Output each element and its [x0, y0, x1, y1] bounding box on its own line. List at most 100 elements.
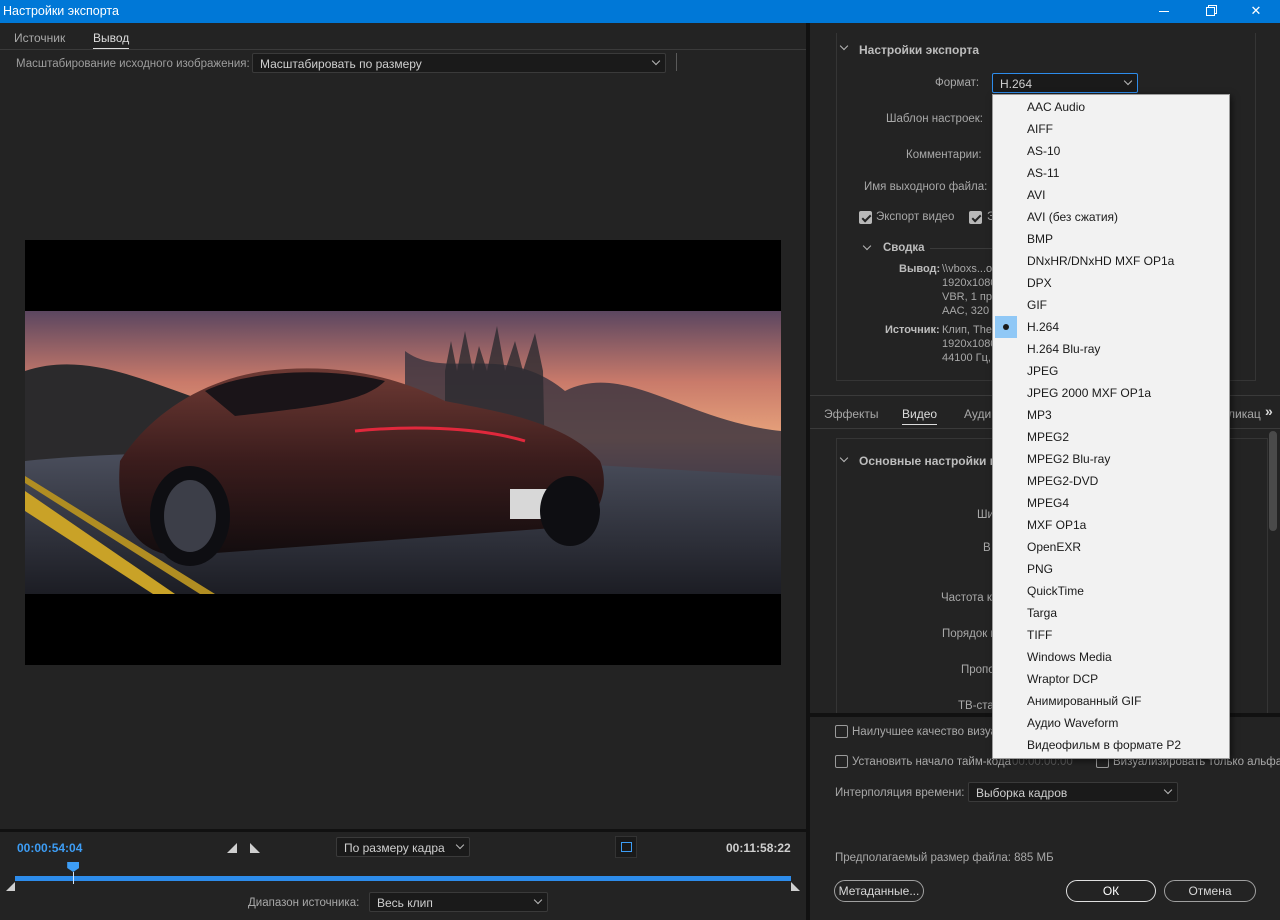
time-interpolation-select[interactable]: Выборка кадров: [968, 782, 1178, 802]
tv-standard-label: ТВ-ста: [958, 700, 994, 712]
crop-output-button[interactable]: [615, 836, 637, 858]
format-option-label: JPEG 2000 MXF OP1a: [1027, 386, 1152, 400]
metadata-button[interactable]: Метаданные...: [834, 880, 924, 902]
close-icon: ✕: [1250, 3, 1262, 18]
current-timecode[interactable]: 00:00:54:04: [17, 841, 82, 855]
format-option[interactable]: MP3: [993, 404, 1229, 426]
export-video-label: Экспорт видео: [876, 211, 955, 223]
format-option[interactable]: Анимированный GIF: [993, 690, 1229, 712]
playhead[interactable]: [67, 862, 80, 884]
settings-scrollbar[interactable]: [1269, 431, 1277, 531]
source-range-select[interactable]: Весь клип: [369, 892, 548, 912]
format-option[interactable]: AVI: [993, 184, 1229, 206]
summary-output-line: 1920x1080: [942, 277, 997, 289]
format-option[interactable]: DNxHR/DNxHD MXF OP1a: [993, 250, 1229, 272]
time-interpolation-label: Интерполяция времени:: [835, 787, 965, 799]
set-timecode-label: Установить начало тайм-кода: [852, 756, 1011, 768]
format-option[interactable]: MXF OP1a: [993, 514, 1229, 536]
in-point-icon[interactable]: [6, 882, 15, 891]
format-option-label: Windows Media: [1027, 650, 1112, 664]
format-option-label: Анимированный GIF: [1027, 694, 1142, 708]
mark-in-icon[interactable]: [227, 843, 237, 853]
export-audio-checkbox[interactable]: [969, 211, 982, 224]
minimize-button[interactable]: [1141, 0, 1187, 23]
fit-value: По размеру кадра: [344, 841, 445, 855]
format-option[interactable]: Видеофильм в формате P2: [993, 734, 1229, 756]
export-settings-title: Настройки экспорта: [859, 43, 980, 57]
timeline-bar[interactable]: [15, 876, 791, 881]
height-label: В: [983, 542, 991, 554]
preset-label: Шаблон настроек:: [886, 113, 983, 125]
format-option[interactable]: MPEG2-DVD: [993, 470, 1229, 492]
max-quality-label: Наилучшее качество визуа: [852, 726, 997, 738]
set-timecode-checkbox[interactable]: [835, 755, 848, 768]
format-option[interactable]: AVI (без сжатия): [993, 206, 1229, 228]
format-option-label: MPEG2-DVD: [1027, 474, 1099, 488]
window-title: Настройки экспорта: [3, 4, 119, 18]
format-option[interactable]: Аудио Waveform: [993, 712, 1229, 734]
format-option[interactable]: Targa: [993, 602, 1229, 624]
format-option[interactable]: AS-10: [993, 140, 1229, 162]
format-option[interactable]: JPEG: [993, 360, 1229, 382]
video-preview: [25, 240, 781, 665]
estimated-size: Предполагаемый размер файла: 885 МБ: [835, 852, 1054, 864]
fit-select[interactable]: По размеру кадра: [336, 837, 470, 857]
source-range-label: Диапазон источника:: [248, 897, 360, 909]
summary-source-line: 44100 Гц,: [942, 352, 991, 364]
format-option[interactable]: MPEG2 Blu-ray: [993, 448, 1229, 470]
tab-output[interactable]: Вывод: [93, 31, 130, 49]
format-option[interactable]: BMP: [993, 228, 1229, 250]
format-option[interactable]: GIF: [993, 294, 1229, 316]
close-button[interactable]: ✕: [1233, 0, 1279, 23]
mark-out-icon[interactable]: [250, 843, 260, 853]
format-option-label: PNG: [1027, 562, 1054, 576]
out-point-icon[interactable]: [791, 882, 800, 891]
selected-bullet-icon: [995, 316, 1017, 338]
format-option[interactable]: MPEG2: [993, 426, 1229, 448]
chevron-down-icon: [1163, 785, 1173, 795]
format-option-label: OpenEXR: [1027, 540, 1082, 554]
tab-effects[interactable]: Эффекты: [824, 407, 879, 421]
format-option[interactable]: QuickTime: [993, 580, 1229, 602]
format-option[interactable]: DPX: [993, 272, 1229, 294]
format-option[interactable]: JPEG 2000 MXF OP1a: [993, 382, 1229, 404]
summary-source-line: 1920x1080: [942, 338, 997, 350]
format-option-label: MPEG2 Blu-ray: [1027, 452, 1111, 466]
scaling-select[interactable]: Масштабировать по размеру: [252, 53, 666, 73]
ok-button[interactable]: ОК: [1066, 880, 1156, 902]
format-option-label: AVI: [1027, 188, 1046, 202]
more-tabs-icon[interactable]: »: [1265, 403, 1273, 419]
format-option-label: DNxHR/DNxHD MXF OP1a: [1027, 254, 1175, 268]
format-option[interactable]: AS-11: [993, 162, 1229, 184]
format-option[interactable]: PNG: [993, 558, 1229, 580]
export-video-checkbox[interactable]: [859, 211, 872, 224]
tab-source[interactable]: Источник: [14, 31, 65, 45]
restore-icon: [1205, 7, 1215, 17]
video-frame-image: [25, 311, 781, 594]
format-option[interactable]: Windows Media: [993, 646, 1229, 668]
format-option[interactable]: Wraptor DCP: [993, 668, 1229, 690]
format-option[interactable]: AIFF: [993, 118, 1229, 140]
format-option[interactable]: AAC Audio: [993, 96, 1229, 118]
format-option-label: DPX: [1027, 276, 1052, 290]
format-option-label: H.264: [1027, 320, 1060, 334]
format-option[interactable]: TIFF: [993, 624, 1229, 646]
cancel-button[interactable]: Отмена: [1164, 880, 1256, 902]
format-option[interactable]: MPEG4: [993, 492, 1229, 514]
summary-title: Сводка: [883, 242, 925, 254]
format-option-label: Видеофильм в формате P2: [1027, 738, 1182, 752]
max-quality-checkbox[interactable]: [835, 725, 848, 738]
format-option-label: AS-10: [1027, 144, 1061, 158]
playhead-line: [72, 872, 74, 884]
format-value: H.264: [1000, 77, 1033, 91]
scaling-value: Масштабировать по размеру: [260, 57, 422, 71]
format-option[interactable]: H.264: [993, 316, 1229, 338]
format-option-label: MPEG4: [1027, 496, 1070, 510]
format-option[interactable]: OpenEXR: [993, 536, 1229, 558]
tab-publish[interactable]: ликац: [1228, 407, 1261, 421]
tab-video[interactable]: Видео: [902, 407, 938, 425]
format-select[interactable]: H.264: [992, 73, 1138, 93]
tab-audio[interactable]: Ауди: [964, 407, 991, 421]
format-option[interactable]: H.264 Blu-ray: [993, 338, 1229, 360]
maximize-button[interactable]: [1187, 0, 1233, 23]
